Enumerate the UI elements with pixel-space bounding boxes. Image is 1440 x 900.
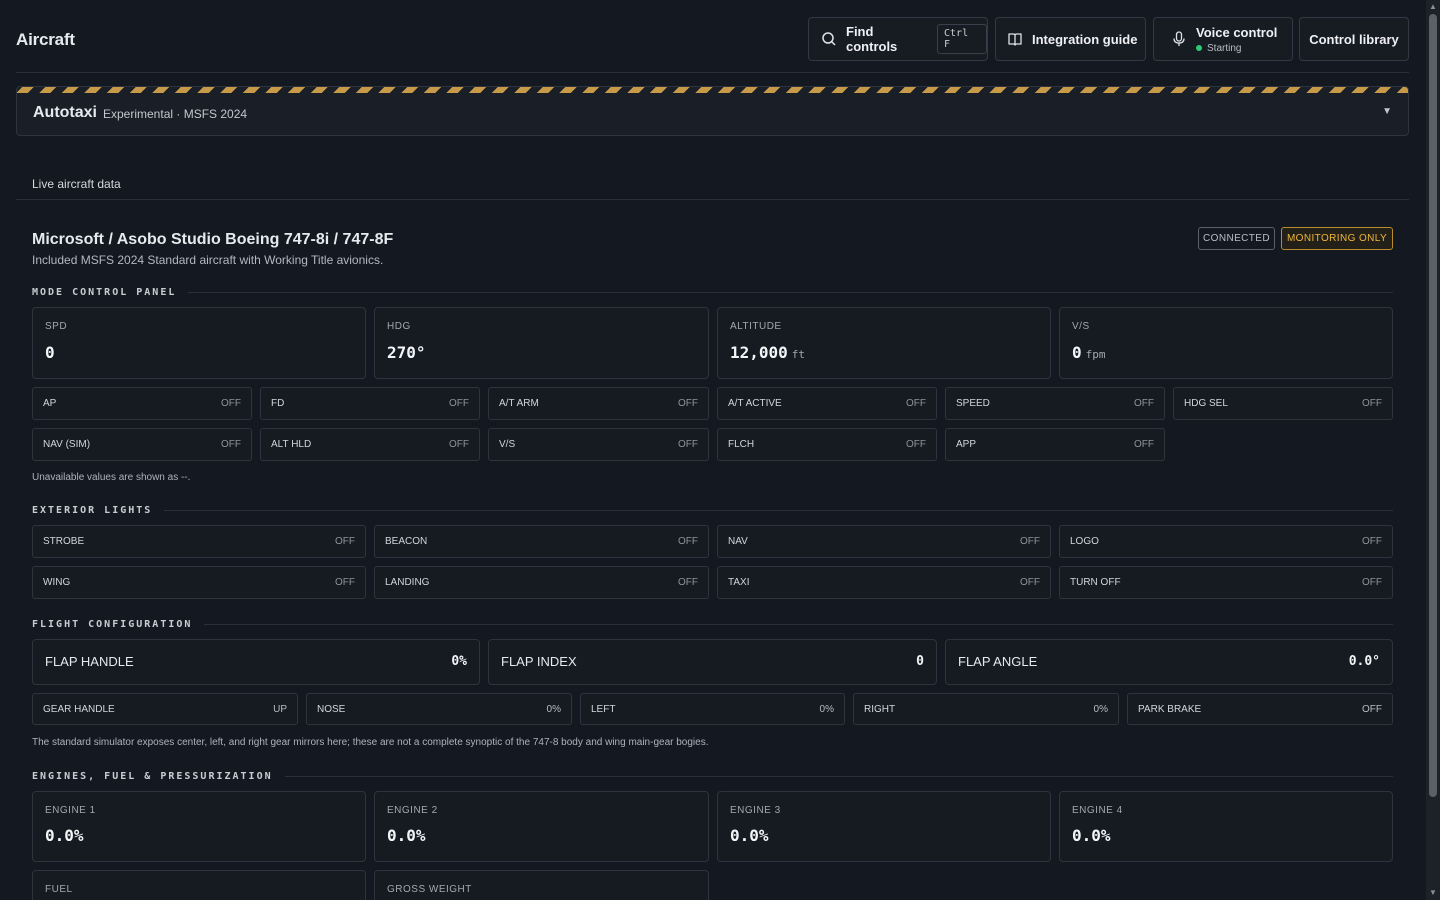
mode-nav-sim: NAV (SIM) OFF: [32, 428, 252, 461]
page-title: Aircraft: [16, 30, 75, 49]
mcp-heading: MODE CONTROL PANEL: [32, 287, 177, 298]
mode-flch: FLCH OFF: [717, 428, 937, 461]
microphone-icon: [1173, 31, 1185, 46]
mode-ap: AP OFF: [32, 387, 252, 420]
engines-heading: ENGINES, FUEL & PRESSURIZATION: [32, 771, 273, 782]
shortcut-hint: Ctrl F: [937, 24, 987, 54]
mode-fd: FD OFF: [260, 387, 480, 420]
spd-readout: SPD 0: [32, 307, 366, 379]
mcp-section-heading: MODE CONTROL PANEL: [32, 287, 1393, 298]
monitoring-badge: MONITORING ONLY: [1281, 227, 1393, 250]
autotaxi-title: Autotaxi: [33, 104, 97, 121]
mode-at-active: A/T ACTIVE OFF: [717, 387, 937, 420]
light-wing: WING OFF: [32, 566, 366, 599]
aircraft-name: Microsoft / Asobo Studio Boeing 747-8i /…: [32, 231, 394, 248]
gear-note: The standard simulator exposes center, l…: [32, 737, 709, 748]
flap-handle-readout: FLAP HANDLE 0%: [32, 639, 480, 685]
chevron-down-icon[interactable]: ▼: [1382, 106, 1392, 117]
lights-heading: EXTERIOR LIGHTS: [32, 505, 153, 516]
gross-weight-readout: GROSS WEIGHT: [374, 870, 709, 900]
park-brake-readout: PARK BRAKE OFF: [1127, 693, 1393, 725]
gear-nose-readout: NOSE 0%: [306, 693, 572, 725]
mode-hdg-sel: HDG SEL OFF: [1173, 387, 1393, 420]
integration-guide-label: Integration guide: [1032, 31, 1138, 47]
scrollbar-thumb[interactable]: [1429, 14, 1437, 797]
readout-value: 0: [45, 343, 55, 362]
light-beacon: BEACON OFF: [374, 525, 709, 558]
light-strobe: STROBE OFF: [32, 525, 366, 558]
mcp-note: Unavailable values are shown as --.: [32, 472, 191, 483]
experimental-stripe: [17, 87, 1408, 93]
mode-speed: SPEED OFF: [945, 387, 1165, 420]
status-dot-icon: [1196, 45, 1202, 51]
readout-label: HDG: [387, 321, 411, 332]
readout-value: 0 fpm: [1072, 343, 1106, 362]
divider: [16, 199, 1409, 200]
engine-2-readout: ENGINE 2 0.0%: [374, 791, 709, 862]
light-landing: LANDING OFF: [374, 566, 709, 599]
mode-alt-hld: ALT HLD OFF: [260, 428, 480, 461]
scrollbar[interactable]: ▲ ▼: [1426, 0, 1440, 900]
engines-section-heading: ENGINES, FUEL & PRESSURIZATION: [32, 771, 1393, 782]
search-icon: [822, 32, 836, 46]
engine-4-readout: ENGINE 4 0.0%: [1059, 791, 1393, 862]
light-nav: NAV OFF: [717, 525, 1051, 558]
voice-status-text: Starting: [1207, 42, 1242, 54]
config-heading: FLIGHT CONFIGURATION: [32, 619, 193, 630]
light-turn-off: TURN OFF OFF: [1059, 566, 1393, 599]
config-section-heading: FLIGHT CONFIGURATION: [32, 619, 1393, 630]
voice-control-button[interactable]: Voice control Starting: [1153, 17, 1293, 61]
mode-vs: V/S OFF: [488, 428, 709, 461]
readout-value: 270°: [387, 343, 426, 362]
engine-1-readout: ENGINE 1 0.0%: [32, 791, 366, 862]
integration-guide-button[interactable]: Integration guide: [995, 17, 1146, 61]
altitude-readout: ALTITUDE 12,000 ft: [717, 307, 1051, 379]
connected-badge: CONNECTED: [1198, 227, 1275, 250]
find-controls-button[interactable]: Find controls Ctrl F: [808, 17, 988, 61]
hdg-readout: HDG 270°: [374, 307, 709, 379]
live-data-label: Live aircraft data: [32, 177, 121, 191]
gear-handle-readout: GEAR HANDLE UP: [32, 693, 298, 725]
light-logo: LOGO OFF: [1059, 525, 1393, 558]
lights-section-heading: EXTERIOR LIGHTS: [32, 505, 1393, 516]
flap-angle-readout: FLAP ANGLE 0.0°: [945, 639, 1393, 685]
scroll-up-icon[interactable]: ▲: [1428, 2, 1438, 12]
readout-label: V/S: [1072, 321, 1090, 332]
readout-value: 12,000 ft: [730, 343, 806, 362]
aircraft-description: Included MSFS 2024 Standard aircraft wit…: [32, 253, 384, 267]
mode-app: APP OFF: [945, 428, 1165, 461]
control-library-label: Control library: [1309, 31, 1399, 47]
gear-right-readout: RIGHT 0%: [853, 693, 1119, 725]
voice-status: Starting: [1196, 43, 1277, 54]
readout-label: SPD: [45, 321, 68, 332]
readout-unit: ft: [791, 348, 806, 361]
vs-readout: V/S 0 fpm: [1059, 307, 1393, 379]
flap-index-readout: FLAP INDEX 0: [488, 639, 937, 685]
mode-at-arm: A/T ARM OFF: [488, 387, 709, 420]
page-header: Aircraft Find controls Ctrl F Integratio…: [16, 16, 1409, 73]
readout-label: ALTITUDE: [730, 321, 782, 332]
voice-control-label: Voice control: [1196, 24, 1278, 40]
autotaxi-panel[interactable]: Autotaxi Experimental · MSFS 2024 ▼: [16, 86, 1409, 136]
autotaxi-subtitle: Experimental · MSFS 2024: [103, 107, 248, 121]
gear-left-readout: LEFT 0%: [580, 693, 845, 725]
light-taxi: TAXI OFF: [717, 566, 1051, 599]
readout-unit: fpm: [1085, 348, 1106, 361]
engine-3-readout: ENGINE 3 0.0%: [717, 791, 1051, 862]
book-icon: [1008, 33, 1022, 46]
scroll-down-icon[interactable]: ▼: [1428, 888, 1438, 898]
fuel-readout: FUEL: [32, 870, 366, 900]
find-controls-label: Find controls: [846, 24, 898, 54]
control-library-button[interactable]: Control library: [1299, 17, 1409, 61]
